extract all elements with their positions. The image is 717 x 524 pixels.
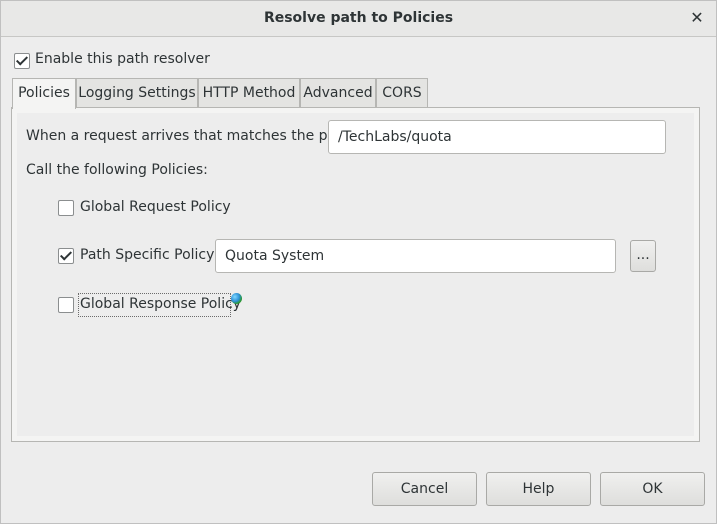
path-specific-policy-field[interactable]: Quota System — [215, 239, 616, 273]
resolve-path-dialog: Resolve path to Policies ✕ Enable this p… — [0, 0, 717, 524]
close-icon[interactable]: ✕ — [688, 8, 706, 28]
global-response-policy-label: Global Response Policy — [80, 296, 242, 312]
ok-button[interactable]: OK — [600, 472, 705, 506]
cancel-button[interactable]: Cancel — [372, 472, 477, 506]
tab-policies[interactable]: Policies — [12, 78, 76, 109]
global-request-policy-label: Global Request Policy — [80, 199, 231, 215]
tab-http-method[interactable]: HTTP Method — [198, 78, 300, 107]
tab-advanced[interactable]: Advanced — [300, 78, 376, 107]
path-specific-policy-label: Path Specific Policy: — [80, 247, 219, 263]
help-button[interactable]: Help — [486, 472, 591, 506]
enable-resolver-label: Enable this path resolver — [35, 51, 210, 67]
path-input[interactable]: /TechLabs/quota — [328, 120, 666, 154]
call-policies-label: Call the following Policies: — [26, 162, 208, 178]
browse-policy-button[interactable]: ... — [630, 240, 656, 272]
enable-resolver-checkbox[interactable] — [14, 53, 30, 69]
global-response-policy-checkbox[interactable] — [58, 297, 74, 313]
titlebar: Resolve path to Policies ✕ — [1, 1, 716, 37]
path-specific-policy-checkbox[interactable] — [58, 248, 74, 264]
globe-icon — [231, 293, 242, 304]
path-label: When a request arrives that matches the … — [26, 128, 356, 144]
tab-logging-settings[interactable]: Logging Settings — [76, 78, 198, 107]
tab-cors[interactable]: CORS — [376, 78, 428, 107]
global-request-policy-checkbox[interactable] — [58, 200, 74, 216]
policies-panel — [11, 107, 700, 442]
dialog-title: Resolve path to Policies — [263, 10, 454, 26]
